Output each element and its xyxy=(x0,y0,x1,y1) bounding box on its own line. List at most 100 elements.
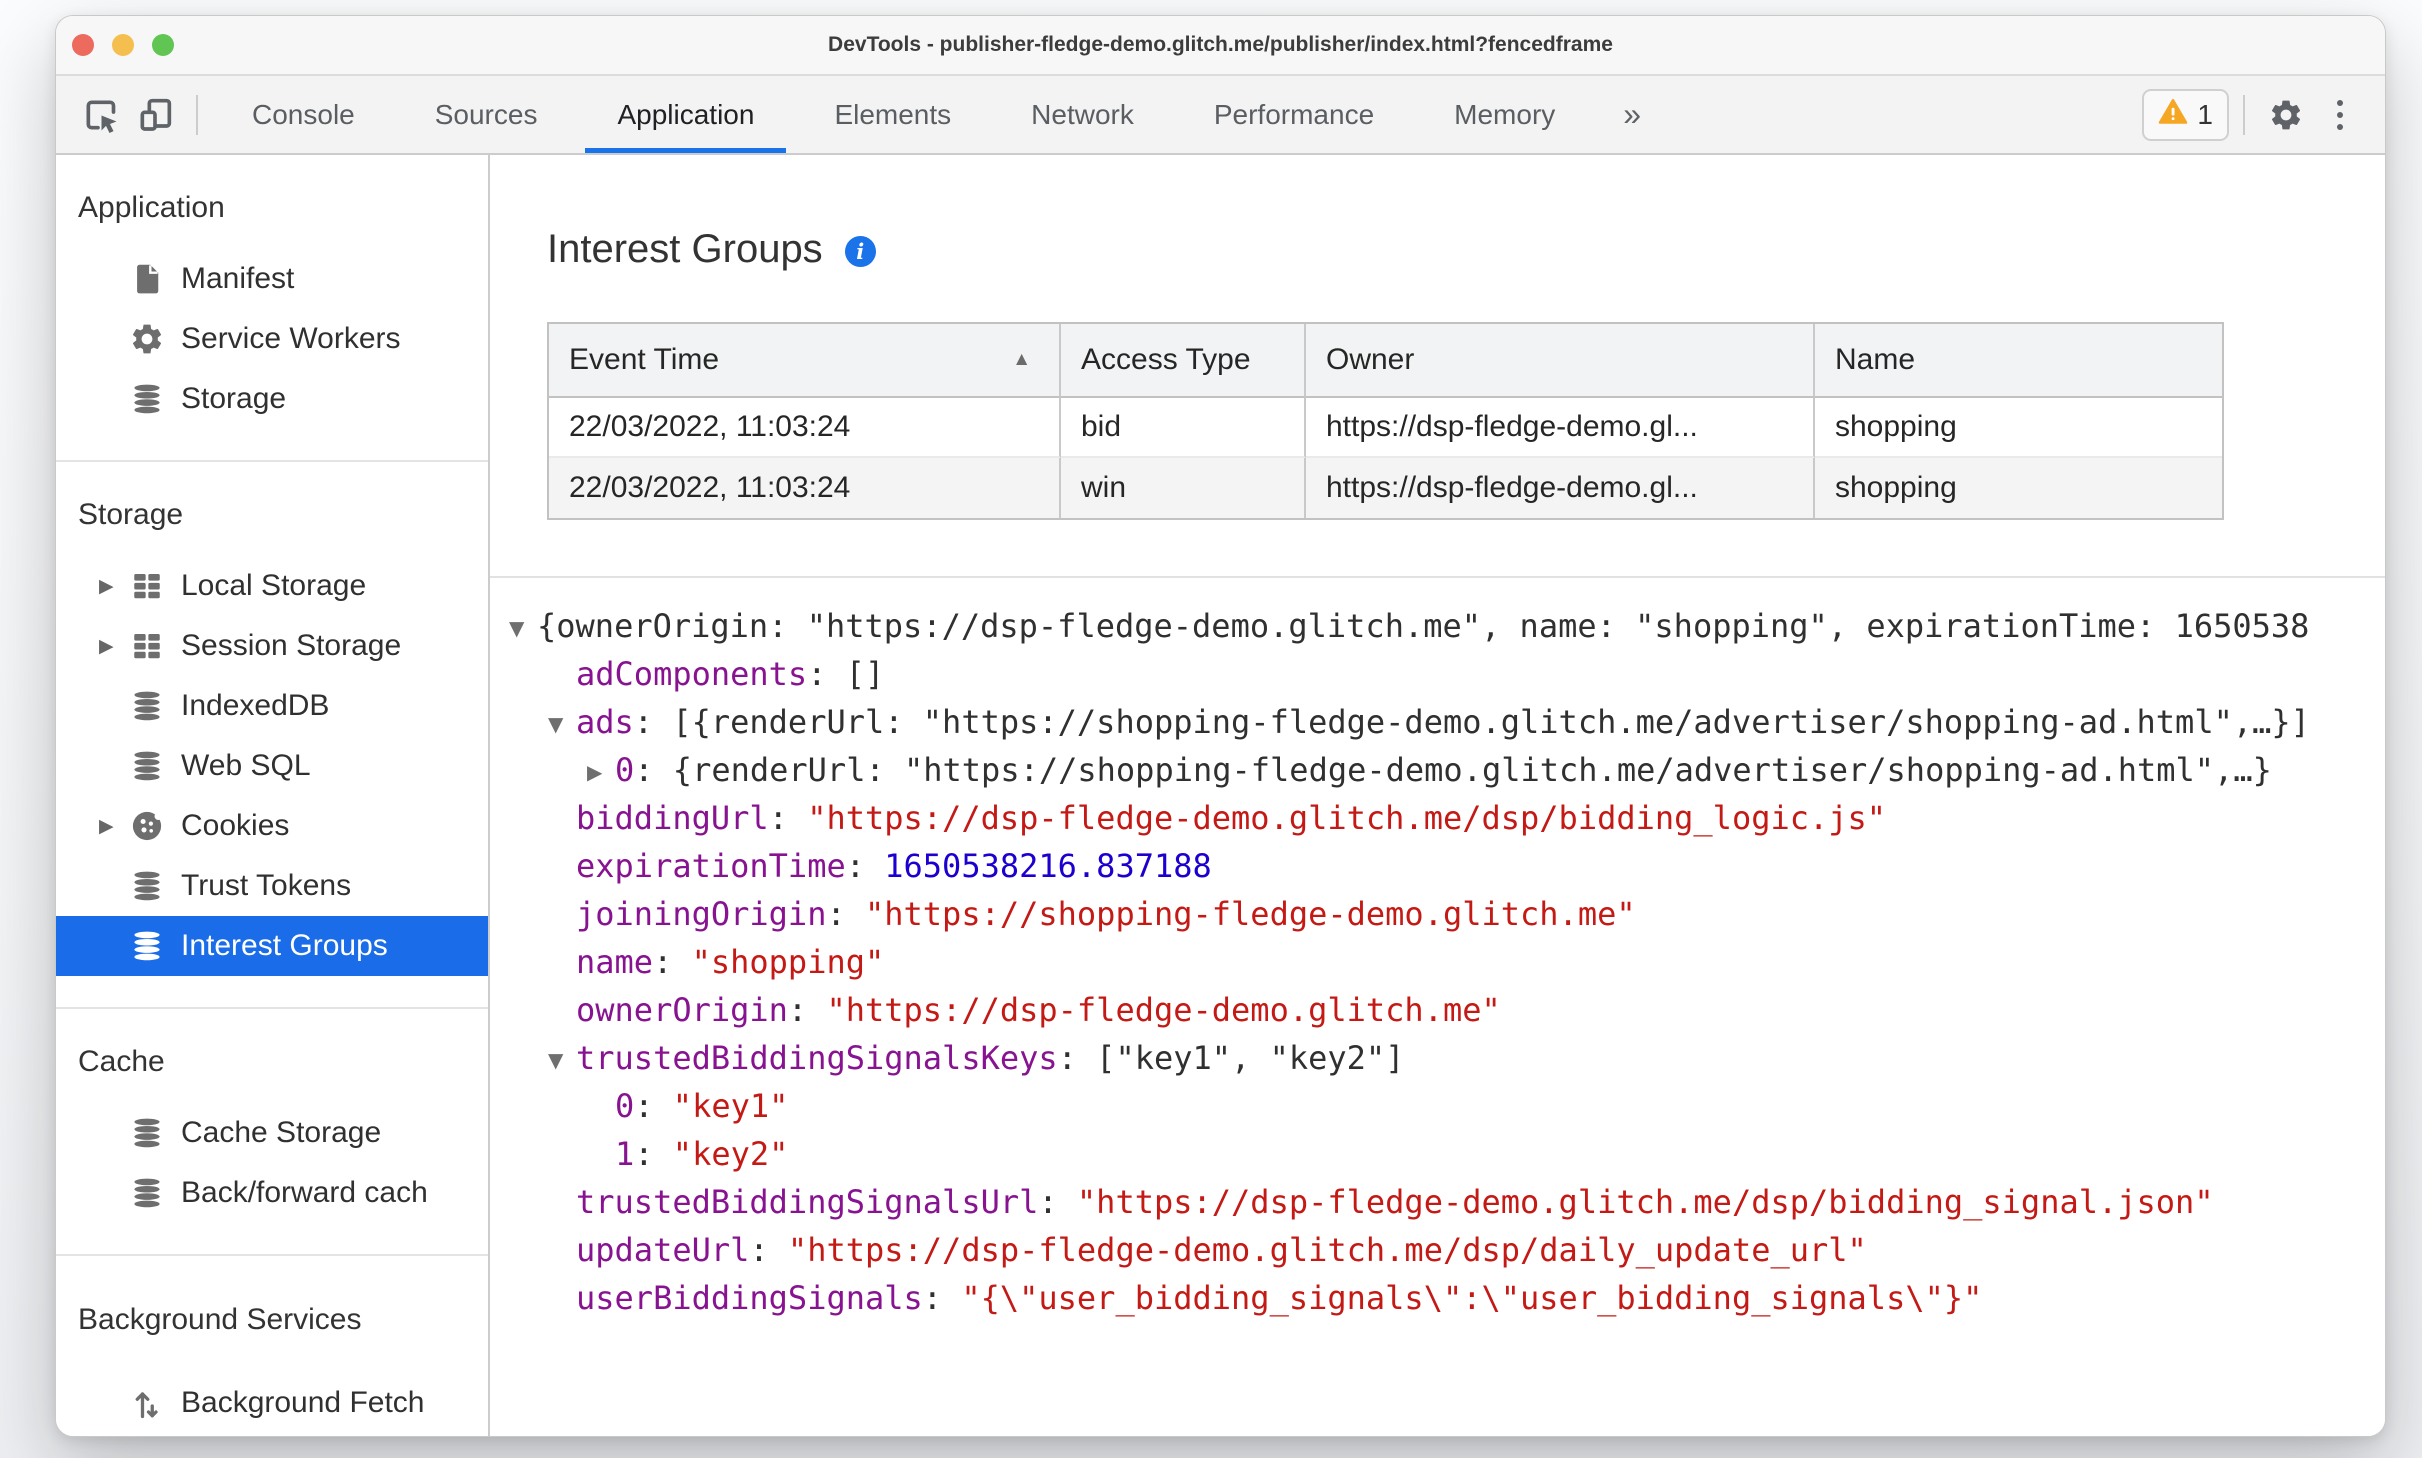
tree-line-adcomponents[interactable]: adComponents: [] xyxy=(490,650,2385,698)
expander-icon[interactable]: ▶ xyxy=(99,575,129,598)
sidebar-item-local-storage[interactable]: ▶ Local Storage xyxy=(56,556,488,616)
sidebar-item-label: Cookies xyxy=(181,809,290,842)
tree-line-joiningorigin[interactable]: joiningOrigin: "https://shopping-fledge-… xyxy=(490,890,2385,938)
sidebar-item-cache-storage[interactable]: Cache Storage xyxy=(56,1103,488,1163)
details-divider xyxy=(490,576,2385,578)
tab-memory[interactable]: Memory xyxy=(1414,76,1595,153)
sidebar-item-label: Cache Storage xyxy=(181,1116,382,1149)
expand-triangle-icon[interactable]: ▶ xyxy=(587,748,615,794)
tree-line-ads-0[interactable]: ▶ 0: {renderUrl: "https://shopping-fledge… xyxy=(490,746,2385,794)
inspect-element-icon[interactable] xyxy=(74,76,128,153)
sidebar-item-background-fetch[interactable]: Background Fetch xyxy=(56,1373,488,1433)
sidebar-item-label: Back/forward cach xyxy=(181,1176,428,1209)
tab-network[interactable]: Network xyxy=(991,76,1174,153)
issues-warning-badge[interactable]: 1 xyxy=(2142,88,2229,141)
table-grid-icon xyxy=(129,568,165,604)
sidebar-section-cache: Cache Cache Storage Back/forward cach xyxy=(56,1009,488,1256)
close-window-button[interactable] xyxy=(72,34,94,56)
sidebar-item-interest-groups[interactable]: Interest Groups xyxy=(56,916,488,976)
tab-application[interactable]: Application xyxy=(577,76,794,153)
section-header-application: Application xyxy=(78,191,225,224)
sidebar-item-label: Session Storage xyxy=(181,629,402,662)
table-cell-owner[interactable]: https://dsp-fledge-demo.gl... xyxy=(1306,398,1815,458)
sidebar-item-label: Storage xyxy=(181,382,287,415)
tree-line-name[interactable]: name: "shopping" xyxy=(490,938,2385,986)
sidebar-section-background-services: Background Services Background Fetch xyxy=(56,1256,488,1436)
database-icon xyxy=(129,1175,165,1211)
interest-groups-table: Event Time ▲ Access Type Owner Name 22/0… xyxy=(547,322,2224,520)
table-grid-icon xyxy=(129,628,165,664)
tree-line-key-1[interactable]: 1: "key2" xyxy=(490,1130,2385,1178)
table-cell-access-type[interactable]: bid xyxy=(1061,398,1306,458)
sidebar-section-storage: Storage ▶ Local Storage ▶ Session Storag… xyxy=(56,462,488,1009)
window-title: DevTools - publisher-fledge-demo.glitch.… xyxy=(828,33,1613,56)
page-title: Interest Groups xyxy=(547,227,823,271)
kebab-menu-icon[interactable] xyxy=(2313,76,2367,153)
sidebar-item-label: Trust Tokens xyxy=(181,869,352,902)
sidebar-item-label: Web SQL xyxy=(181,749,311,782)
settings-gear-icon[interactable] xyxy=(2259,76,2313,153)
table-cell-access-type[interactable]: win xyxy=(1061,458,1306,518)
sidebar-section-application: Application Manifest Service Workers Sto… xyxy=(56,155,488,462)
toolbar-separator xyxy=(196,94,198,135)
sidebar-item-manifest[interactable]: Manifest xyxy=(56,249,488,309)
tree-line-ownerorigin[interactable]: ownerOrigin: "https://dsp-fledge-demo.gl… xyxy=(490,986,2385,1034)
table-cell-name[interactable]: shopping xyxy=(1815,398,2222,458)
tree-line-updateurl[interactable]: updateUrl: "https://dsp-fledge-demo.glit… xyxy=(490,1226,2385,1274)
cookie-icon xyxy=(129,808,165,844)
tab-performance[interactable]: Performance xyxy=(1174,76,1414,153)
tab-console[interactable]: Console xyxy=(212,76,395,153)
sidebar-item-service-workers[interactable]: Service Workers xyxy=(56,309,488,369)
database-icon xyxy=(129,868,165,904)
minimize-window-button[interactable] xyxy=(112,34,134,56)
table-cell-name[interactable]: shopping xyxy=(1815,458,2222,518)
sidebar-item-web-sql[interactable]: Web SQL xyxy=(56,736,488,796)
tab-elements[interactable]: Elements xyxy=(794,76,991,153)
tree-line-expirationtime[interactable]: expirationTime: 1650538216.837188 xyxy=(490,842,2385,890)
sidebar-item-label: Manifest xyxy=(181,262,295,295)
tree-line-key-0[interactable]: 0: "key1" xyxy=(490,1082,2385,1130)
interest-groups-panel: Interest Groups i Event Time ▲ Access Ty… xyxy=(490,155,2385,1436)
sidebar-item-trust-tokens[interactable]: Trust Tokens xyxy=(56,856,488,916)
panel-tabs: Console Sources Application Elements Net… xyxy=(212,76,1669,153)
collapse-triangle-icon[interactable]: ▼ xyxy=(548,1036,576,1082)
col-header-owner[interactable]: Owner xyxy=(1306,324,1815,398)
database-icon xyxy=(129,928,165,964)
sidebar-item-back-forward-cache[interactable]: Back/forward cach xyxy=(56,1163,488,1223)
warning-triangle-icon xyxy=(2158,97,2188,132)
table-cell-event-time[interactable]: 22/03/2022, 11:03:24 xyxy=(549,458,1061,518)
devtools-toolbar: Console Sources Application Elements Net… xyxy=(56,76,2385,155)
section-header-background-services: Background Services xyxy=(78,1303,362,1336)
tree-line-ads[interactable]: ▼ ads: [{renderUrl: "https://shopping-fle… xyxy=(490,698,2385,746)
table-cell-owner[interactable]: https://dsp-fledge-demo.gl... xyxy=(1306,458,1815,518)
expander-icon[interactable]: ▶ xyxy=(99,815,129,838)
collapse-triangle-icon[interactable]: ▼ xyxy=(548,700,576,746)
sidebar-item-indexeddb[interactable]: IndexedDB xyxy=(56,676,488,736)
expander-icon[interactable]: ▶ xyxy=(99,635,129,658)
database-icon xyxy=(129,1115,165,1151)
zoom-window-button[interactable] xyxy=(152,34,174,56)
sort-ascending-icon: ▲ xyxy=(1012,349,1031,370)
sidebar-item-storage[interactable]: Storage xyxy=(56,369,488,429)
tree-line-userbiddingsignals[interactable]: userBiddingSignals: "{\"user_bidding_sig… xyxy=(490,1274,2385,1322)
table-cell-event-time[interactable]: 22/03/2022, 11:03:24 xyxy=(549,398,1061,458)
device-toolbar-icon[interactable] xyxy=(128,76,182,153)
traffic-lights xyxy=(72,34,174,56)
tab-sources[interactable]: Sources xyxy=(395,76,578,153)
collapse-triangle-icon[interactable]: ▼ xyxy=(509,604,537,650)
col-header-event-time[interactable]: Event Time ▲ xyxy=(549,324,1061,398)
warning-count: 1 xyxy=(2197,98,2213,130)
info-icon[interactable]: i xyxy=(844,236,876,267)
col-header-name[interactable]: Name xyxy=(1815,324,2222,398)
database-icon xyxy=(129,381,165,417)
tree-line-trustedbiddingsignalsurl[interactable]: trustedBiddingSignalsUrl: "https://dsp-f… xyxy=(490,1178,2385,1226)
sidebar-item-cookies[interactable]: ▶ Cookies xyxy=(56,796,488,856)
sidebar-item-label: IndexedDB xyxy=(181,689,330,722)
col-header-access-type[interactable]: Access Type xyxy=(1061,324,1306,398)
tree-line-root[interactable]: ▼ {ownerOrigin: "https://dsp-fledge-demo.… xyxy=(490,602,2385,650)
tree-line-trustedbiddingsignalskeys[interactable]: ▼ trustedBiddingSignalsKeys: ["key1", "ke… xyxy=(490,1034,2385,1082)
tree-line-biddingurl[interactable]: biddingUrl: "https://dsp-fledge-demo.gli… xyxy=(490,794,2385,842)
more-tabs-icon[interactable]: » xyxy=(1595,76,1669,153)
sidebar-item-session-storage[interactable]: ▶ Session Storage xyxy=(56,616,488,676)
titlebar: DevTools - publisher-fledge-demo.glitch.… xyxy=(56,16,2385,76)
